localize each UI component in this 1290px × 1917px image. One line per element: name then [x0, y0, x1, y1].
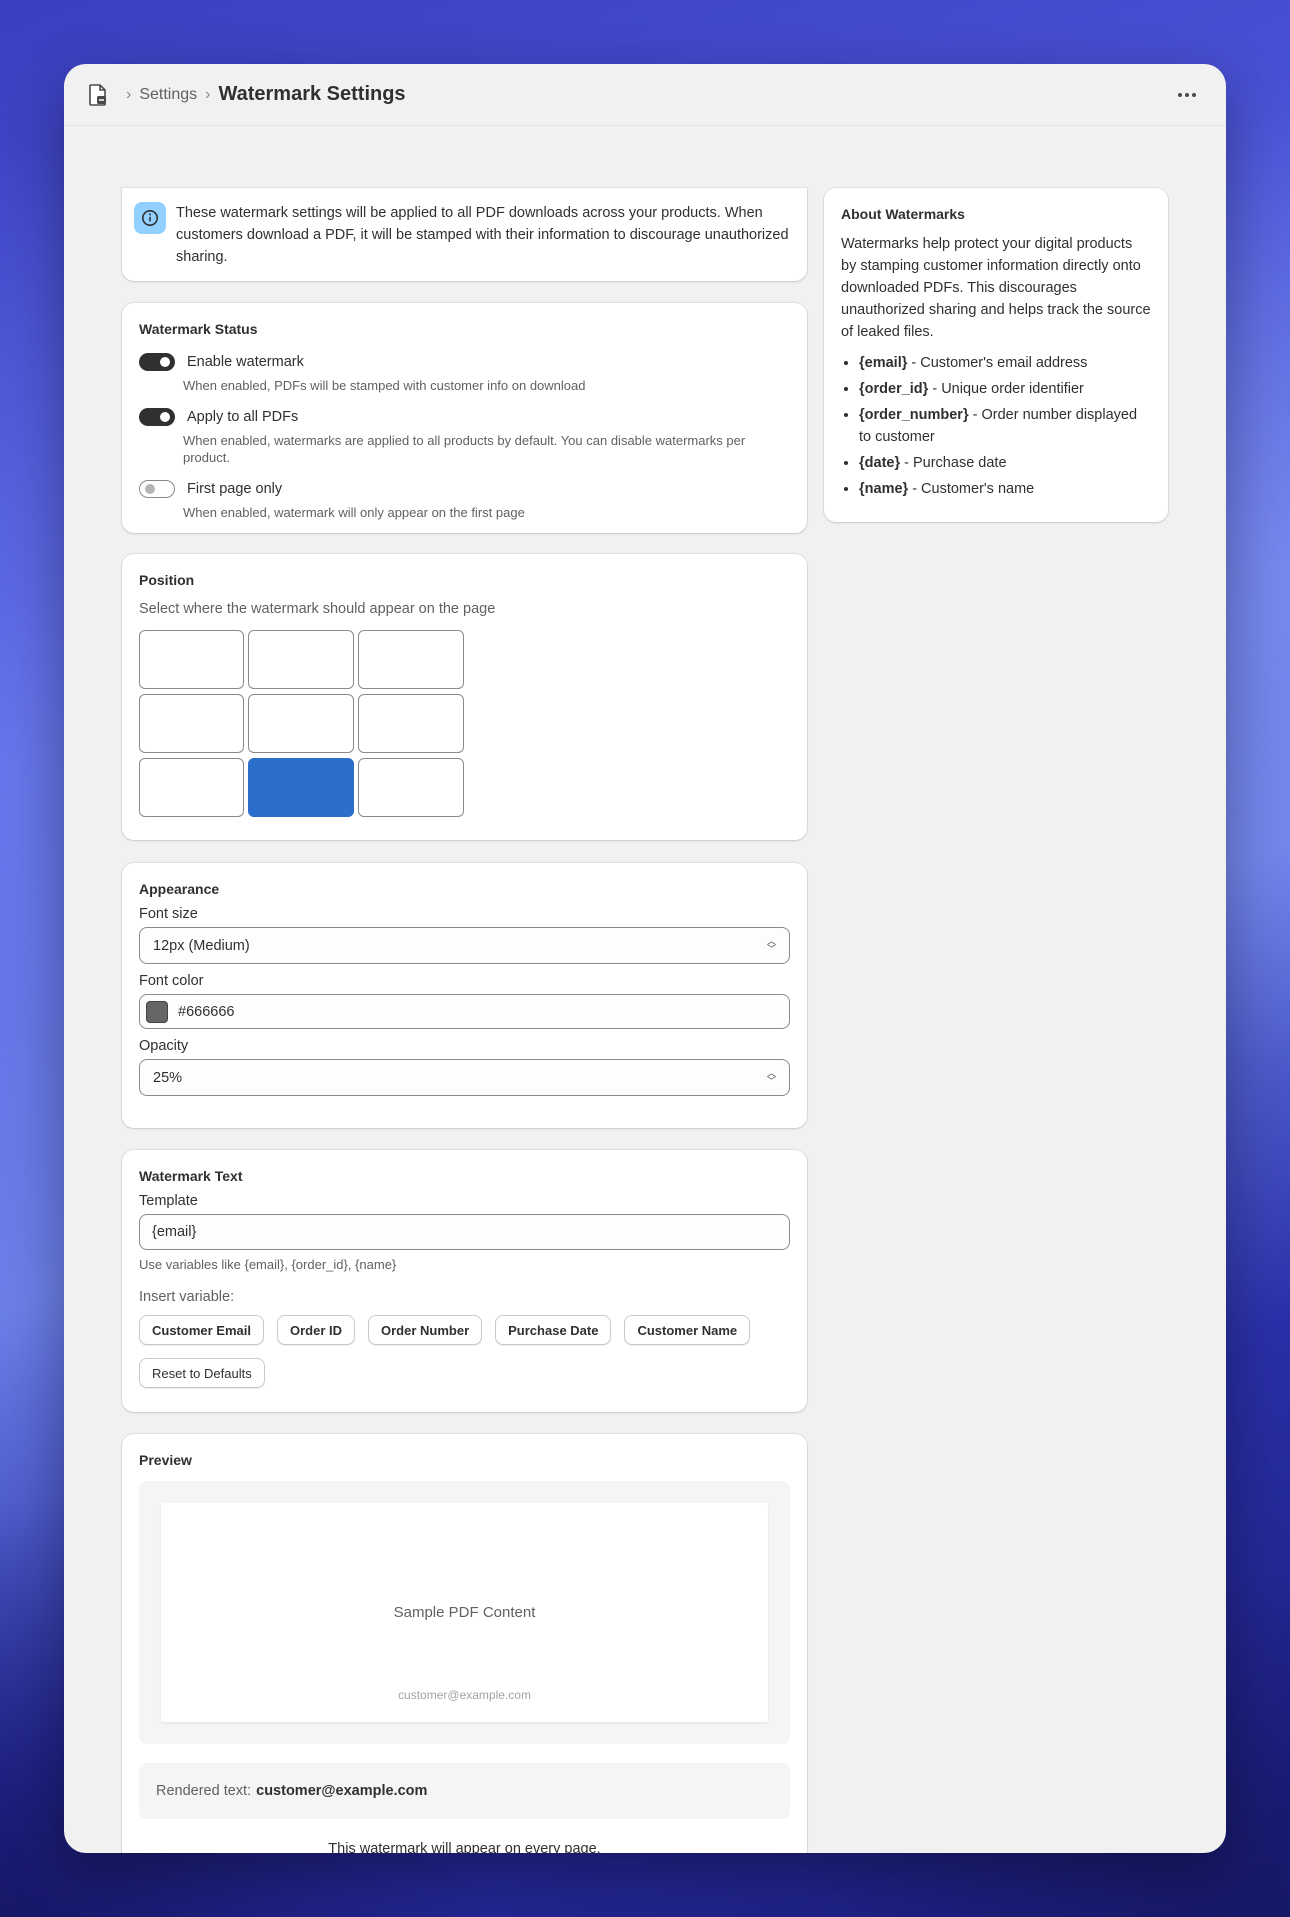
insert-customer-name-button[interactable]: Customer Name — [624, 1315, 751, 1345]
breadcrumb-chevron-icon: › — [205, 85, 211, 103]
opacity-label: Opacity — [139, 1038, 189, 1054]
apply-all-pdfs-toggle[interactable] — [139, 408, 175, 426]
page-title: Watermark Settings — [218, 83, 406, 105]
position-middle-center[interactable] — [248, 694, 354, 753]
more-dots-icon — [1178, 92, 1182, 97]
breadcrumb-chevron-icon: › — [126, 85, 132, 103]
variable-name: {order_number} — [859, 407, 969, 423]
insert-purchase-date-button[interactable]: Purchase Date — [495, 1315, 612, 1345]
font-size-select[interactable]: 12px (Medium) ︿ ﹀ — [139, 927, 790, 964]
card-title: Position — [139, 572, 195, 588]
insert-order-number-button[interactable]: Order Number — [368, 1315, 483, 1345]
position-subtitle: Select where the watermark should appear… — [139, 601, 496, 617]
variable-name: {email} — [859, 355, 908, 371]
variable-description: - Purchase date — [900, 455, 1007, 471]
position-grid — [139, 630, 790, 817]
breadcrumb-settings-link[interactable]: Settings — [139, 86, 197, 104]
card-title: Preview — [139, 1452, 192, 1468]
variable-name: {order_id} — [859, 381, 929, 397]
opacity-value: 25% — [153, 1069, 183, 1086]
select-chevron-icon: ︿ ﹀ — [766, 1068, 776, 1086]
apply-all-pdfs-row: Apply to all PDFs — [139, 408, 790, 426]
variable-name: {name} — [859, 481, 909, 497]
app-document-icon[interactable] — [88, 83, 108, 106]
first-page-only-row: First page only — [139, 480, 790, 498]
reset-defaults-button[interactable]: Reset to Defaults — [139, 1358, 265, 1388]
toggle-help-text: When enabled, PDFs will be stamped with … — [183, 378, 586, 393]
position-bottom-right[interactable] — [358, 758, 464, 817]
template-value: {email} — [152, 1224, 197, 1240]
toggle-help-text: When enabled, watermark will only appear… — [183, 505, 525, 520]
template-hint: Use variables like {email}, {order_id}, … — [139, 1257, 397, 1272]
position-top-center[interactable] — [248, 630, 354, 689]
insert-order-id-button[interactable]: Order ID — [276, 1315, 355, 1345]
preview-pdf-page: Sample PDF Content customer@example.com — [161, 1503, 768, 1722]
more-actions-button[interactable] — [1172, 87, 1202, 103]
position-bottom-center[interactable] — [248, 758, 354, 817]
info-banner: These watermark settings will be applied… — [122, 188, 807, 281]
position-card: Position Select where the watermark shou… — [122, 554, 807, 840]
opacity-select[interactable]: 25% ︿ ﹀ — [139, 1059, 790, 1096]
card-title: Watermark Status — [139, 321, 258, 337]
toggle-label: Apply to all PDFs — [187, 409, 299, 425]
every-page-note: This watermark will appear on every page… — [328, 1841, 601, 1853]
preview-watermark-text: customer@example.com — [398, 1688, 531, 1702]
list-item: {name} - Customer's name — [859, 478, 1151, 500]
rendered-text-label: Rendered text: — [156, 1783, 252, 1799]
info-banner-text: These watermark settings will be applied… — [176, 205, 789, 265]
font-size-label: Font size — [139, 906, 198, 922]
position-top-right[interactable] — [358, 630, 464, 689]
variable-name: {date} — [859, 455, 901, 471]
variable-description: - Unique order identifier — [928, 381, 1084, 397]
select-chevron-icon: ︿ ﹀ — [766, 936, 776, 954]
variable-list: {email} - Customer's email address {orde… — [841, 352, 1151, 500]
variable-buttons: Customer Email Order ID Order Number Pur… — [139, 1315, 790, 1345]
insert-customer-email-button[interactable]: Customer Email — [139, 1315, 264, 1345]
insert-variable-label: Insert variable: — [139, 1289, 235, 1305]
font-size-value: 12px (Medium) — [153, 937, 250, 954]
about-body-text: Watermarks help protect your digital pro… — [841, 236, 1151, 340]
position-middle-right[interactable] — [358, 694, 464, 753]
rendered-text-box: Rendered text: customer@example.com — [139, 1763, 790, 1819]
toggle-label: Enable watermark — [187, 354, 304, 370]
card-title: About Watermarks — [841, 206, 965, 222]
preview-card: Preview Sample PDF Content customer@exam… — [122, 1434, 807, 1853]
toggle-help-text: When enabled, watermarks are applied to … — [183, 433, 746, 465]
list-item: {order_number} - Order number displayed … — [859, 404, 1151, 448]
app-window: › Settings › Watermark Settings These wa… — [64, 64, 1226, 1853]
template-label: Template — [139, 1193, 198, 1209]
enable-watermark-toggle[interactable] — [139, 353, 175, 371]
top-bar: › Settings › Watermark Settings — [64, 64, 1226, 126]
list-item: {date} - Purchase date — [859, 452, 1151, 474]
preview-frame: Sample PDF Content customer@example.com — [139, 1481, 790, 1744]
position-top-left[interactable] — [139, 630, 244, 689]
watermark-text-card: Watermark Text Template {email} Use vari… — [122, 1150, 807, 1412]
list-item: {order_id} - Unique order identifier — [859, 378, 1151, 400]
font-color-label: Font color — [139, 973, 204, 989]
position-bottom-left[interactable] — [139, 758, 244, 817]
card-title: Watermark Text — [139, 1168, 243, 1184]
card-title: Appearance — [139, 881, 220, 897]
appearance-card: Appearance Font size 12px (Medium) ︿ ﹀ Fo… — [122, 863, 807, 1128]
font-color-value: #666666 — [178, 1003, 235, 1020]
toggle-label: First page only — [187, 481, 283, 497]
variable-description: - Customer's name — [908, 481, 1035, 497]
info-icon — [134, 202, 166, 234]
rendered-text-value: customer@example.com — [256, 1783, 428, 1799]
font-color-field[interactable]: #666666 — [139, 994, 790, 1029]
watermark-status-card: Watermark Status Enable watermark When e… — [122, 303, 807, 533]
about-watermarks-card: About Watermarks Watermarks help protect… — [824, 188, 1168, 522]
first-page-only-toggle[interactable] — [139, 480, 175, 498]
enable-watermark-row: Enable watermark — [139, 353, 790, 371]
color-swatch[interactable] — [146, 1000, 168, 1023]
list-item: {email} - Customer's email address — [859, 352, 1151, 374]
template-input[interactable]: {email} — [139, 1214, 790, 1250]
sample-pdf-content: Sample PDF Content — [393, 1604, 536, 1621]
position-middle-left[interactable] — [139, 694, 244, 753]
variable-description: - Customer's email address — [907, 355, 1088, 371]
